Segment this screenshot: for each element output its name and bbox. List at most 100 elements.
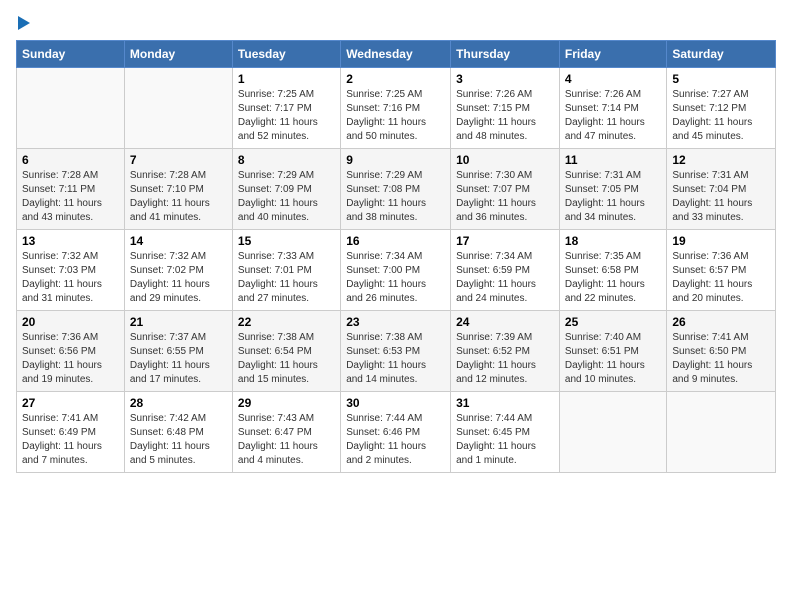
day-number: 28	[130, 396, 227, 410]
logo-arrow-icon	[18, 16, 30, 30]
day-number: 29	[238, 396, 335, 410]
calendar-cell: 26 Sunrise: 7:41 AMSunset: 6:50 PMDayligh…	[667, 311, 776, 392]
day-info: Sunrise: 7:25 AMSunset: 7:16 PMDaylight:…	[346, 88, 445, 144]
day-number: 8	[238, 153, 335, 167]
calendar-cell: 23 Sunrise: 7:38 AMSunset: 6:53 PMDayligh…	[341, 311, 451, 392]
calendar-cell: 17 Sunrise: 7:34 AMSunset: 6:59 PMDayligh…	[451, 230, 560, 311]
weekday-header-sunday: Sunday	[17, 41, 125, 68]
calendar-cell: 15 Sunrise: 7:33 AMSunset: 7:01 PMDayligh…	[232, 230, 340, 311]
calendar-cell: 10 Sunrise: 7:30 AMSunset: 7:07 PMDayligh…	[451, 149, 560, 230]
day-number: 25	[565, 315, 661, 329]
week-row-3: 13 Sunrise: 7:32 AMSunset: 7:03 PMDayligh…	[17, 230, 776, 311]
day-info: Sunrise: 7:33 AMSunset: 7:01 PMDaylight:…	[238, 250, 335, 306]
calendar-cell	[667, 392, 776, 473]
day-number: 7	[130, 153, 227, 167]
calendar-cell: 27 Sunrise: 7:41 AMSunset: 6:49 PMDayligh…	[17, 392, 125, 473]
weekday-header-monday: Monday	[124, 41, 232, 68]
day-number: 11	[565, 153, 661, 167]
calendar-cell: 12 Sunrise: 7:31 AMSunset: 7:04 PMDayligh…	[667, 149, 776, 230]
day-number: 4	[565, 72, 661, 86]
day-number: 23	[346, 315, 445, 329]
calendar-cell: 24Sunrise: 7:39 AMSunset: 6:52 PMDayligh…	[451, 311, 560, 392]
calendar-cell	[17, 68, 125, 149]
logo	[16, 16, 30, 30]
day-number: 16	[346, 234, 445, 248]
calendar-cell: 19 Sunrise: 7:36 AMSunset: 6:57 PMDayligh…	[667, 230, 776, 311]
calendar-cell	[559, 392, 666, 473]
day-number: 6	[22, 153, 119, 167]
day-info: Sunrise: 7:34 AMSunset: 7:00 PMDaylight:…	[346, 250, 445, 306]
calendar-cell	[124, 68, 232, 149]
calendar-cell: 14 Sunrise: 7:32 AMSunset: 7:02 PMDayligh…	[124, 230, 232, 311]
page-header	[16, 16, 776, 30]
calendar-cell: 2 Sunrise: 7:25 AMSunset: 7:16 PMDaylight…	[341, 68, 451, 149]
day-info: Sunrise: 7:42 AMSunset: 6:48 PMDaylight:…	[130, 412, 227, 468]
day-number: 1	[238, 72, 335, 86]
calendar-cell: 16 Sunrise: 7:34 AMSunset: 7:00 PMDayligh…	[341, 230, 451, 311]
calendar-cell: 5 Sunrise: 7:27 AMSunset: 7:12 PMDaylight…	[667, 68, 776, 149]
day-info: Sunrise: 7:36 AMSunset: 6:57 PMDaylight:…	[672, 250, 770, 306]
day-info: Sunrise: 7:40 AMSunset: 6:51 PMDaylight:…	[565, 331, 661, 387]
day-info: Sunrise: 7:31 AMSunset: 7:04 PMDaylight:…	[672, 169, 770, 225]
day-info: Sunrise: 7:36 AMSunset: 6:56 PMDaylight:…	[22, 331, 119, 387]
day-number: 31	[456, 396, 554, 410]
day-info: Sunrise: 7:44 AMSunset: 6:46 PMDaylight:…	[346, 412, 445, 468]
day-info: Sunrise: 7:34 AMSunset: 6:59 PMDaylight:…	[456, 250, 554, 306]
day-info: Sunrise: 7:32 AMSunset: 7:02 PMDaylight:…	[130, 250, 227, 306]
calendar-cell: 28 Sunrise: 7:42 AMSunset: 6:48 PMDayligh…	[124, 392, 232, 473]
day-info: Sunrise: 7:29 AMSunset: 7:09 PMDaylight:…	[238, 169, 335, 225]
day-info: Sunrise: 7:43 AMSunset: 6:47 PMDaylight:…	[238, 412, 335, 468]
calendar-cell: 30 Sunrise: 7:44 AMSunset: 6:46 PMDayligh…	[341, 392, 451, 473]
calendar-cell: 7Sunrise: 7:28 AMSunset: 7:10 PMDaylight…	[124, 149, 232, 230]
day-info: Sunrise: 7:37 AMSunset: 6:55 PMDaylight:…	[130, 331, 227, 387]
day-info: Sunrise: 7:39 AMSunset: 6:52 PMDaylight:…	[456, 331, 554, 387]
day-number: 17	[456, 234, 554, 248]
day-info: Sunrise: 7:27 AMSunset: 7:12 PMDaylight:…	[672, 88, 770, 144]
day-info: Sunrise: 7:35 AMSunset: 6:58 PMDaylight:…	[565, 250, 661, 306]
day-info: Sunrise: 7:26 AMSunset: 7:15 PMDaylight:…	[456, 88, 554, 144]
day-number: 5	[672, 72, 770, 86]
day-number: 12	[672, 153, 770, 167]
day-info: Sunrise: 7:28 AMSunset: 7:11 PMDaylight:…	[22, 169, 119, 225]
day-number: 27	[22, 396, 119, 410]
week-row-4: 20 Sunrise: 7:36 AMSunset: 6:56 PMDayligh…	[17, 311, 776, 392]
calendar-cell: 1 Sunrise: 7:25 AMSunset: 7:17 PMDaylight…	[232, 68, 340, 149]
day-number: 20	[22, 315, 119, 329]
weekday-header-saturday: Saturday	[667, 41, 776, 68]
calendar-cell: 29 Sunrise: 7:43 AMSunset: 6:47 PMDayligh…	[232, 392, 340, 473]
day-info: Sunrise: 7:32 AMSunset: 7:03 PMDaylight:…	[22, 250, 119, 306]
calendar-cell: 4 Sunrise: 7:26 AMSunset: 7:14 PMDaylight…	[559, 68, 666, 149]
day-number: 21	[130, 315, 227, 329]
weekday-header-wednesday: Wednesday	[341, 41, 451, 68]
calendar-cell: 11Sunrise: 7:31 AMSunset: 7:05 PMDayligh…	[559, 149, 666, 230]
calendar-cell: 25 Sunrise: 7:40 AMSunset: 6:51 PMDayligh…	[559, 311, 666, 392]
day-info: Sunrise: 7:26 AMSunset: 7:14 PMDaylight:…	[565, 88, 661, 144]
day-number: 2	[346, 72, 445, 86]
week-row-2: 6 Sunrise: 7:28 AMSunset: 7:11 PMDaylight…	[17, 149, 776, 230]
day-info: Sunrise: 7:41 AMSunset: 6:49 PMDaylight:…	[22, 412, 119, 468]
calendar-table: SundayMondayTuesdayWednesdayThursdayFrid…	[16, 40, 776, 473]
calendar-cell: 18 Sunrise: 7:35 AMSunset: 6:58 PMDayligh…	[559, 230, 666, 311]
day-info: Sunrise: 7:30 AMSunset: 7:07 PMDaylight:…	[456, 169, 554, 225]
week-row-1: 1 Sunrise: 7:25 AMSunset: 7:17 PMDaylight…	[17, 68, 776, 149]
calendar-cell: 13 Sunrise: 7:32 AMSunset: 7:03 PMDayligh…	[17, 230, 125, 311]
day-number: 19	[672, 234, 770, 248]
day-info: Sunrise: 7:41 AMSunset: 6:50 PMDaylight:…	[672, 331, 770, 387]
day-number: 30	[346, 396, 445, 410]
weekday-header-friday: Friday	[559, 41, 666, 68]
weekday-header-tuesday: Tuesday	[232, 41, 340, 68]
day-number: 26	[672, 315, 770, 329]
calendar-cell: 21 Sunrise: 7:37 AMSunset: 6:55 PMDayligh…	[124, 311, 232, 392]
day-info: Sunrise: 7:25 AMSunset: 7:17 PMDaylight:…	[238, 88, 335, 144]
calendar-cell: 9Sunrise: 7:29 AMSunset: 7:08 PMDaylight…	[341, 149, 451, 230]
day-info: Sunrise: 7:44 AMSunset: 6:45 PMDaylight:…	[456, 412, 554, 468]
day-number: 13	[22, 234, 119, 248]
calendar-cell: 22Sunrise: 7:38 AMSunset: 6:54 PMDayligh…	[232, 311, 340, 392]
day-number: 10	[456, 153, 554, 167]
day-number: 18	[565, 234, 661, 248]
calendar-cell: 6 Sunrise: 7:28 AMSunset: 7:11 PMDaylight…	[17, 149, 125, 230]
day-number: 14	[130, 234, 227, 248]
weekday-header-thursday: Thursday	[451, 41, 560, 68]
day-info: Sunrise: 7:38 AMSunset: 6:53 PMDaylight:…	[346, 331, 445, 387]
day-number: 15	[238, 234, 335, 248]
